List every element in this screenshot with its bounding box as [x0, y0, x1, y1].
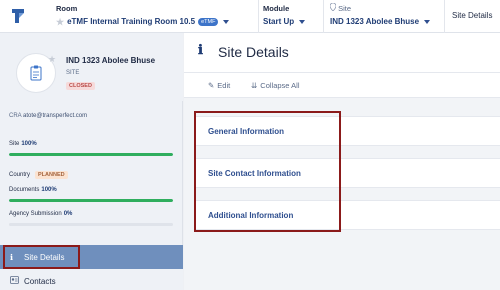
top-bar: Room ★ eTMF Internal Training Room 10.5 …: [0, 0, 500, 33]
site-label: Site: [338, 4, 352, 13]
contacts-icon: [10, 276, 24, 286]
cra-label: CRA: [9, 113, 22, 119]
site-value: IND 1323 Abolee Bhuse: [330, 17, 420, 26]
star-icon[interactable]: ★: [48, 54, 56, 65]
page-title: Site Details: [218, 44, 289, 60]
chevron-down-icon[interactable]: [424, 20, 431, 24]
location-pin-icon: [329, 2, 337, 12]
site-card: ★ IND 1323 Abolee Bhuse SITE CLOSED: [0, 33, 183, 101]
status-badge: CLOSED: [66, 82, 95, 90]
site-metric-label: Site 100%: [9, 141, 37, 147]
status-badge: PLANNED: [35, 171, 68, 179]
site-name: IND 1323 Abolee Bhuse: [66, 56, 156, 65]
selection-highlight: [3, 245, 80, 269]
module-value: Start Up: [263, 17, 295, 26]
cra-email: atote@transperfect.com: [23, 113, 88, 119]
site-breadcrumb[interactable]: Site IND 1323 Abolee Bhuse: [329, 2, 431, 29]
agency-metric-label: Agency Submission 0%: [9, 211, 73, 217]
chevron-down-icon[interactable]: [299, 20, 306, 24]
collapse-icon: ⇊: [251, 81, 258, 90]
sidebar: ★ IND 1323 Abolee Bhuse SITE CLOSED CRA …: [0, 33, 183, 290]
module-breadcrumb[interactable]: Module Start Up: [263, 3, 306, 29]
sidebar-item-contacts[interactable]: Contacts: [0, 269, 183, 290]
documents-progress-bar: [9, 199, 173, 202]
room-breadcrumb[interactable]: Room ★ eTMF Internal Training Room 10.5 …: [56, 3, 230, 29]
toolbar: ✎ Edit ⇊ Collapse All: [184, 73, 500, 98]
documents-metric-label: Documents 100%: [9, 187, 57, 193]
documents-progress-fill: [9, 199, 173, 202]
main-content: ℹ Site Details ✎ Edit ⇊ Collapse All Gen…: [184, 33, 500, 290]
module-label: Module: [263, 4, 290, 13]
site-progress-bar: [9, 153, 173, 156]
cra-info: CRA atote@transperfect.com: [9, 113, 87, 119]
pencil-icon: ✎: [208, 81, 215, 90]
room-label: Room: [56, 4, 78, 13]
edit-button[interactable]: ✎ Edit: [208, 81, 230, 90]
site-progress-fill: [9, 153, 173, 156]
clipboard-icon: [30, 65, 42, 81]
sidebar-item-site-details[interactable]: ℹ Site Details: [0, 245, 183, 269]
collapse-all-button[interactable]: ⇊ Collapse All: [251, 81, 300, 90]
brand-logo-icon[interactable]: [10, 7, 26, 25]
chevron-down-icon[interactable]: [223, 20, 230, 24]
sections-highlight: [194, 111, 341, 232]
country-label: Country PLANNED: [9, 171, 68, 179]
current-page-crumb: Site Details: [452, 11, 493, 20]
room-badge: eTMF: [198, 18, 219, 26]
star-icon[interactable]: ★: [56, 15, 64, 29]
site-type: SITE: [66, 70, 80, 76]
info-icon: ℹ: [198, 43, 203, 58]
agency-progress-bar: [9, 223, 173, 226]
page-header: ℹ Site Details: [184, 33, 500, 73]
room-value: eTMF Internal Training Room 10.5: [67, 17, 196, 26]
sidebar-item-label: Contacts: [24, 276, 56, 286]
